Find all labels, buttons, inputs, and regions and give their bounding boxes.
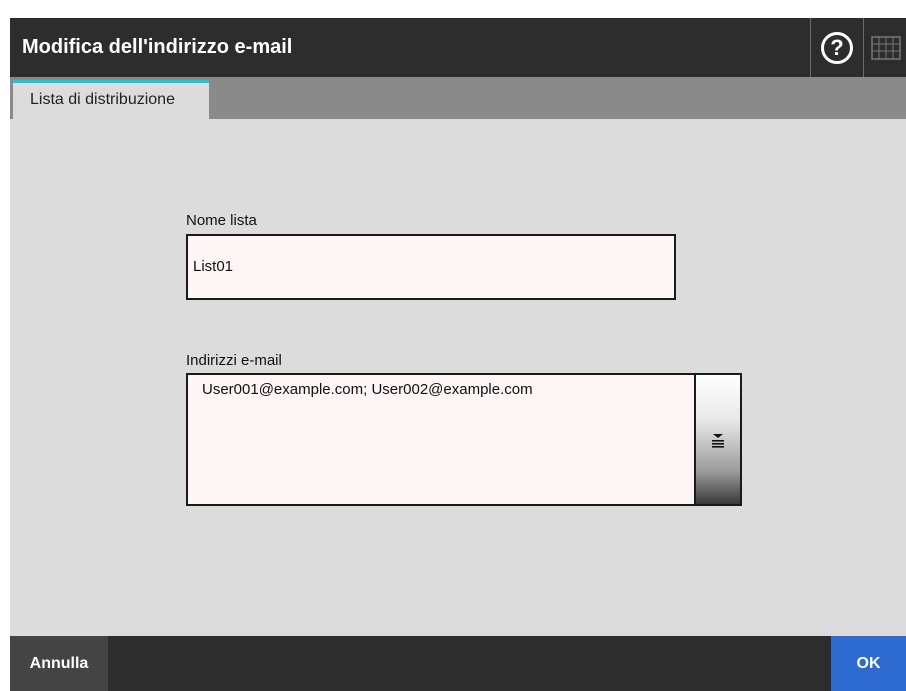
expand-list-icon (712, 433, 724, 448)
keyboard-icon (870, 35, 901, 60)
help-glyph: ? (830, 34, 844, 60)
window-title: Modifica dell'indirizzo e-mail (22, 36, 293, 58)
tab-distribution-list[interactable]: Lista di distribuzione (13, 80, 209, 119)
cancel-button[interactable]: Annulla (10, 636, 108, 691)
emails-value: User001@example.com; User002@example.com (202, 381, 533, 398)
help-button[interactable]: ? (810, 18, 864, 77)
dialog-window: Modifica dell'indirizzo e-mail ? Lista d… (10, 18, 906, 691)
ok-button[interactable]: OK (831, 636, 906, 691)
title-bar: Modifica dell'indirizzo e-mail ? (10, 18, 906, 77)
tab-bar: Lista di distribuzione (10, 77, 906, 119)
question-circle-icon: ? (821, 31, 853, 64)
expand-emails-button[interactable] (694, 375, 740, 504)
bottom-bar: Annulla OK (10, 636, 906, 691)
list-name-label: Nome lista (186, 212, 257, 229)
list-name-input[interactable]: List01 (186, 234, 676, 300)
keyboard-button[interactable] (865, 18, 906, 77)
emails-field[interactable]: User001@example.com; User002@example.com (186, 373, 742, 506)
emails-label: Indirizzi e-mail (186, 352, 282, 369)
